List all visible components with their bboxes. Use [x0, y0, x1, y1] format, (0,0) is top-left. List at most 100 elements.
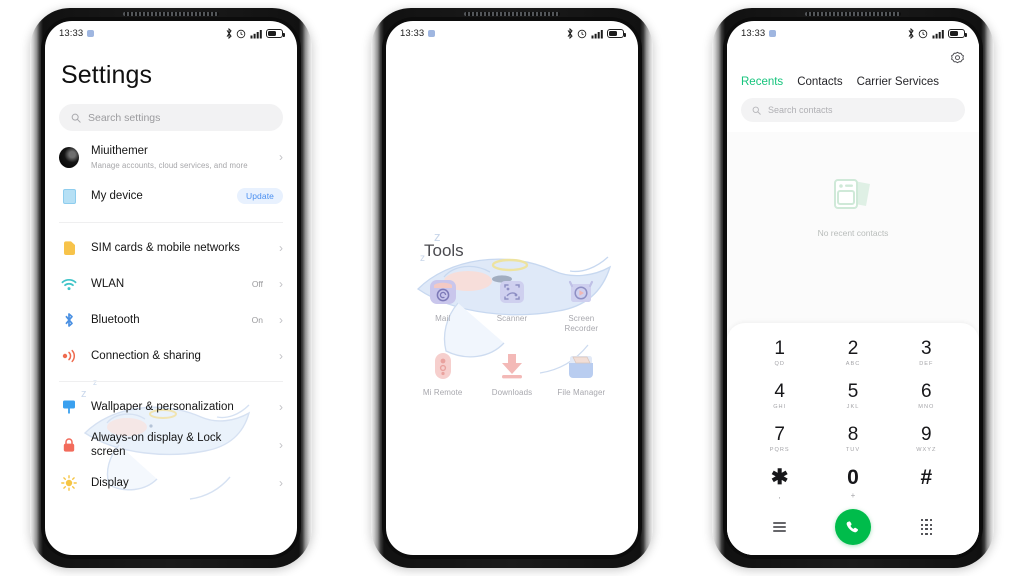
dialpad-keys: 1 QD 2 ABC 3 DEF 4 GHI 5 JKL 6 MNO 7 PQRS 8 TUV … — [743, 333, 963, 503]
settings-item-value: Off — [251, 279, 263, 289]
key-letters: MNO — [918, 404, 935, 410]
tab-recents[interactable]: Recents — [741, 76, 783, 88]
tools-content: z z Tools Mail Scanner Screen Recorder M… — [386, 43, 638, 555]
status-time: 13:33 — [400, 28, 425, 39]
dialpad-key-star[interactable]: ✱, — [743, 462, 816, 503]
bluetooth-icon — [567, 28, 573, 39]
my-device-label: My device — [91, 189, 143, 202]
dialpad-actions — [743, 505, 963, 549]
app-label: File Manager — [557, 387, 606, 397]
key-digit: 5 — [847, 381, 859, 402]
phone-screen-dialer: 13:33 Recents Contacts Carrier Services … — [727, 21, 979, 555]
dialpad-key-5[interactable]: 5 JKL — [816, 376, 889, 417]
settings-row-bluetooth[interactable]: Bluetooth On › — [45, 302, 297, 338]
signal-icon — [591, 29, 603, 38]
folder-title: Tools — [424, 241, 464, 260]
call-button[interactable] — [816, 509, 889, 545]
file-manager-app-icon — [569, 355, 594, 378]
gear-icon[interactable] — [950, 51, 965, 66]
app-mi-remote[interactable]: Mi Remote — [408, 349, 477, 398]
notification-dot-icon — [428, 30, 436, 37]
dialpad-key-6[interactable]: 6 MNO — [890, 376, 963, 417]
earpiece-grille — [805, 12, 901, 16]
tab-carrier-services[interactable]: Carrier Services — [857, 76, 939, 88]
menu-icon — [773, 520, 787, 535]
dialpad-key-hash[interactable]: # — [890, 462, 963, 503]
search-icon — [752, 106, 761, 115]
call-icon — [847, 520, 859, 532]
key-letters: ABC — [845, 361, 861, 367]
downloads-app-icon — [501, 353, 522, 379]
key-digit: 4 — [774, 381, 785, 402]
dialpad-key-1[interactable]: 1 QD — [743, 333, 816, 374]
chevron-right-icon: › — [279, 313, 283, 327]
app-label: Downloads — [491, 387, 533, 397]
keypad-button[interactable] — [890, 518, 963, 536]
bluetooth-icon — [59, 312, 79, 328]
dialpad-key-9[interactable]: 9 WXYZ — [890, 419, 963, 460]
dialpad-key-2[interactable]: 2 ABC — [816, 333, 889, 374]
key-digit: 1 — [774, 338, 785, 359]
list-divider — [59, 381, 283, 382]
brightness-icon — [59, 475, 79, 491]
chevron-right-icon: › — [279, 476, 283, 490]
settings-row-display[interactable]: Display › — [45, 465, 297, 501]
settings-row-my-device[interactable]: My device Update — [45, 177, 297, 215]
key-digit: 7 — [774, 424, 785, 445]
dialpad-key-0[interactable]: 0 + — [816, 462, 889, 503]
search-icon — [71, 113, 81, 123]
wallpaper-icon — [59, 399, 79, 415]
account-subtitle: Manage accounts, cloud services, and mor… — [91, 160, 248, 170]
key-digit: 2 — [847, 338, 859, 359]
key-digit: 9 — [921, 424, 932, 445]
contacts-empty-icon — [834, 179, 870, 209]
settings-row-wlan[interactable]: WLAN Off › — [45, 266, 297, 302]
app-file-manager[interactable]: File Manager — [547, 349, 616, 398]
scanner-app-icon — [499, 281, 524, 303]
menu-button[interactable] — [743, 520, 816, 535]
settings-item-label: Display — [91, 476, 129, 489]
update-badge[interactable]: Update — [236, 188, 283, 204]
mail-app-icon — [429, 280, 456, 304]
settings-row-lockscreen[interactable]: Always-on display & Lock screen › — [45, 425, 297, 465]
settings-row-connection-sharing[interactable]: Connection & sharing › — [45, 338, 297, 374]
alarm-icon — [918, 29, 928, 38]
signal-icon — [250, 29, 262, 38]
settings-item-value: On — [251, 315, 263, 325]
app-scanner[interactable]: Scanner — [477, 275, 546, 335]
dialpad: 1 QD 2 ABC 3 DEF 4 GHI 5 JKL 6 MNO 7 PQRS 8 TUV … — [727, 323, 979, 555]
phone-dialer: 13:33 Recents Contacts Carrier Services … — [712, 8, 994, 568]
settings-row-sim[interactable]: SIM cards & mobile networks › — [45, 230, 297, 266]
search-input[interactable]: Search settings — [59, 104, 283, 131]
empty-state-text: No recent contacts — [817, 228, 889, 238]
key-letters: GHI — [773, 404, 787, 410]
app-downloads[interactable]: Downloads — [477, 349, 546, 398]
screen-recorder-app-icon — [569, 280, 594, 302]
settings-row-account[interactable]: Miuithemer Manage accounts, cloud servic… — [45, 137, 297, 177]
settings-item-label: WLAN — [91, 277, 125, 290]
app-label: Scanner — [496, 314, 528, 323]
key-digit: 6 — [921, 381, 932, 402]
notification-dot-icon — [87, 30, 95, 37]
app-mail[interactable]: Mail — [408, 275, 477, 335]
key-digit: # — [920, 466, 933, 489]
dialpad-key-7[interactable]: 7 PQRS — [743, 419, 816, 460]
key-letters: QD — [774, 361, 785, 367]
settings-item-label: Always-on display & Lock screen — [91, 431, 222, 458]
phone-settings: 13:33 z z Settings Search settings Miuit… — [30, 8, 312, 568]
status-bar: 13:33 — [45, 21, 297, 43]
phone-screen-tools: 13:33 z z Tools Mail Scanner Screen Reco… — [386, 21, 638, 555]
dialpad-key-8[interactable]: 8 TUV — [816, 419, 889, 460]
app-screen-recorder[interactable]: Screen Recorder — [547, 275, 616, 335]
settings-content: z z Settings Search settings Miuithemer … — [45, 43, 297, 555]
tab-contacts[interactable]: Contacts — [797, 76, 842, 88]
settings-item-label: SIM cards & mobile networks — [91, 241, 240, 254]
search-contacts-input[interactable]: Search contacts — [741, 98, 965, 122]
settings-row-wallpaper[interactable]: Wallpaper & personalization › — [45, 389, 297, 425]
key-letters: + — [850, 491, 856, 500]
phone-tools-folder: 13:33 z z Tools Mail Scanner Screen Reco… — [371, 8, 653, 568]
lock-icon — [59, 437, 79, 453]
status-bar: 13:33 — [386, 21, 638, 43]
dialpad-key-3[interactable]: 3 DEF — [890, 333, 963, 374]
dialpad-key-4[interactable]: 4 GHI — [743, 376, 816, 417]
